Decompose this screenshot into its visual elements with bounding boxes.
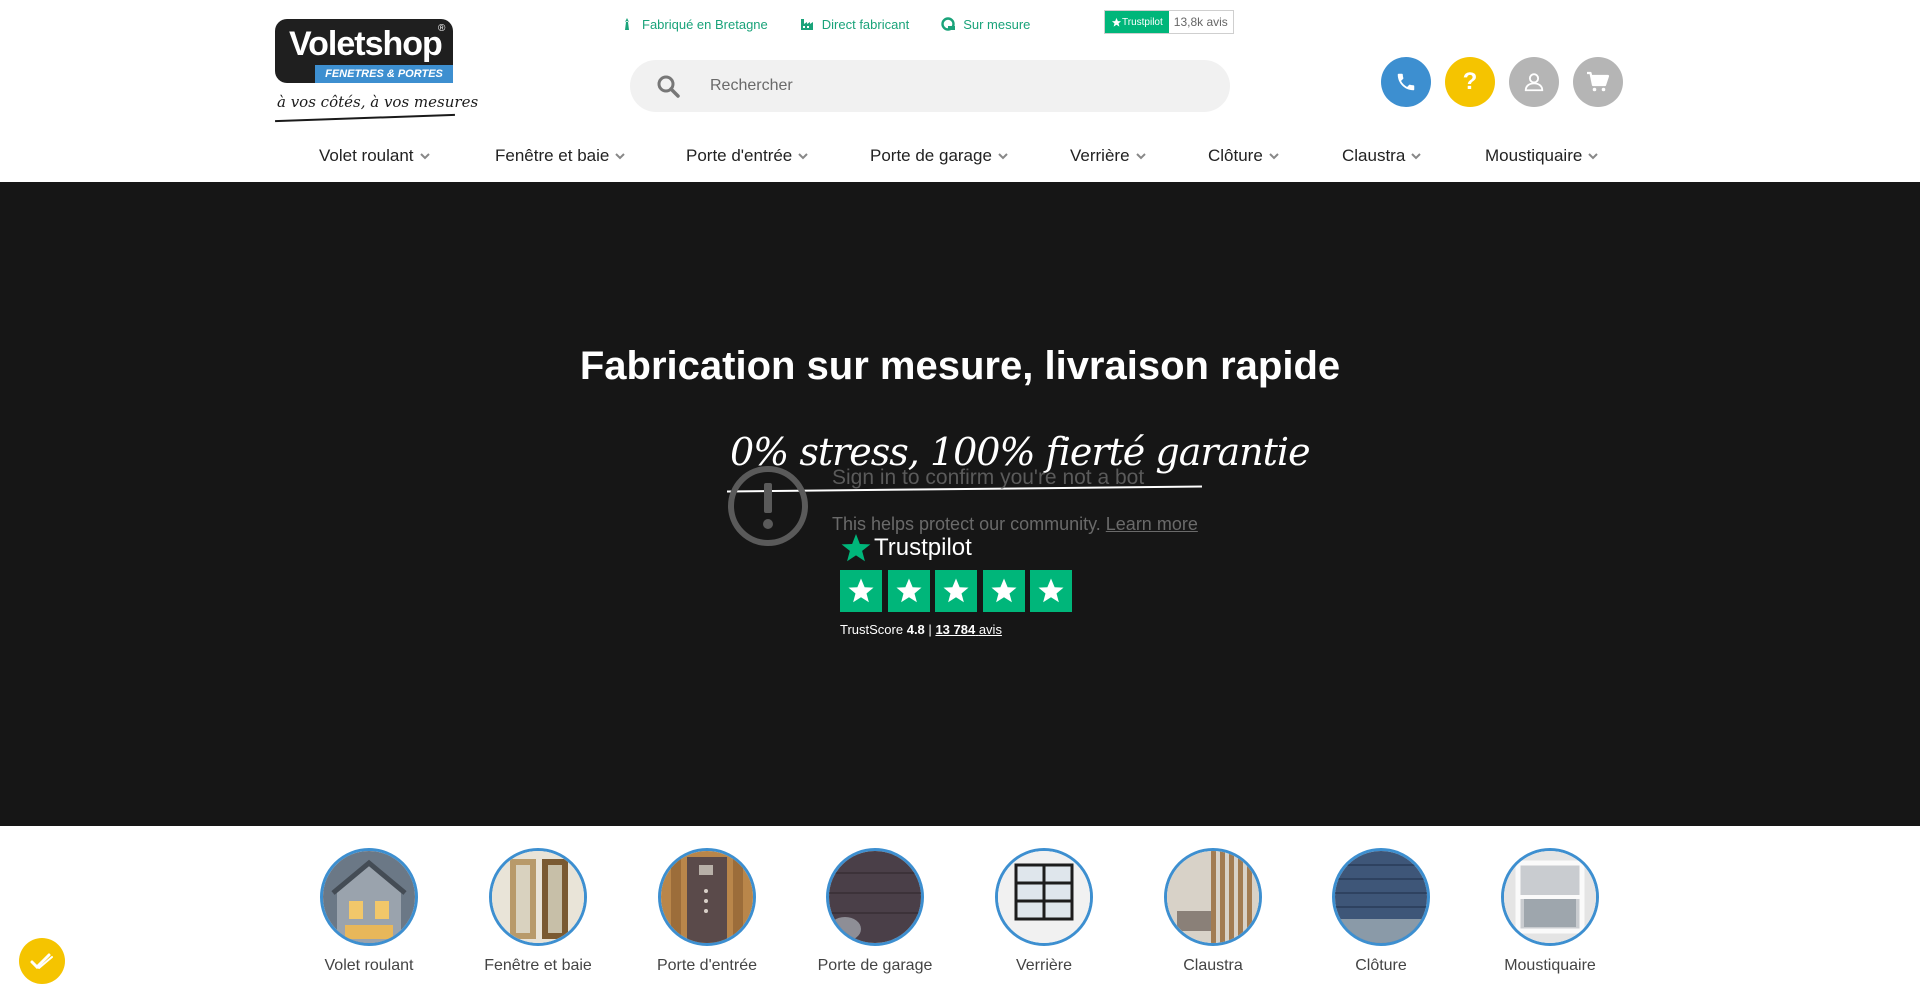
trustpilot-badge[interactable]: Trustpilot 13,8k avis xyxy=(1104,10,1234,34)
hero-title: Fabrication sur mesure, livraison rapide xyxy=(579,344,1341,388)
feature-direct-fabricant: Direct fabricant xyxy=(800,17,909,32)
learn-more-link[interactable]: Learn more xyxy=(1106,514,1198,534)
nav-item-porte-garage[interactable]: Porte de garage xyxy=(870,146,1008,166)
chevron-down-icon xyxy=(1269,153,1279,160)
logo-slogan: à vos côtés, à vos mesures xyxy=(277,93,479,111)
logo-tagline: FENETRES & PORTES xyxy=(315,65,453,83)
search-input[interactable] xyxy=(710,77,1190,95)
trustpilot-widget[interactable]: Trustpilot TrustScore 4.8 | 13 784 avis xyxy=(840,532,1080,652)
star-icon xyxy=(887,570,930,612)
category-label: Verrière xyxy=(1015,957,1073,974)
feature-sur-mesure: Sur mesure xyxy=(941,17,1030,32)
category-image[interactable] xyxy=(995,848,1093,946)
brand-logo[interactable]: Voletshop ® FENETRES & PORTES à vos côté… xyxy=(275,19,478,123)
trustscore: TrustScore 4.8 | 13 784 avis xyxy=(840,622,1002,637)
nav-item-claustra[interactable]: Claustra xyxy=(1342,146,1422,166)
star-icon xyxy=(840,570,882,612)
cart-button[interactable] xyxy=(1573,57,1623,107)
cookie-check-icon xyxy=(30,953,53,970)
category-porte-garage[interactable]: Porte de garage xyxy=(805,848,945,975)
search-bar[interactable] xyxy=(630,60,1230,112)
logo-registered-mark: ® xyxy=(438,23,446,34)
chevron-down-icon xyxy=(1588,153,1599,160)
category-label: Moustiquaire xyxy=(1504,957,1596,974)
category-image[interactable] xyxy=(1332,848,1430,946)
nav-item-moustiquaire[interactable]: Moustiquaire xyxy=(1485,146,1599,166)
nav-item-volet-roulant[interactable]: Volet roulant xyxy=(319,146,430,166)
category-volet-roulant[interactable]: Volet roulant xyxy=(299,848,439,975)
help-button[interactable]: ? xyxy=(1445,57,1495,107)
phone-icon xyxy=(1397,73,1415,91)
category-image[interactable] xyxy=(320,848,418,946)
hero-banner: Fabrication sur mesure, livraison rapide… xyxy=(0,182,1920,826)
category-label: Clôture xyxy=(1355,957,1407,974)
category-image[interactable] xyxy=(826,848,924,946)
category-strip: Volet roulant Fenêtre et baie Porte d'en… xyxy=(0,826,1920,993)
feature-bretagne: Fabriqué en Bretagne xyxy=(620,17,768,32)
trustpilot-badge-logo: Trustpilot xyxy=(1105,11,1169,33)
account-button[interactable] xyxy=(1509,57,1559,107)
captcha-title: Sign in to confirm you're not a bot xyxy=(832,466,1145,489)
alert-icon xyxy=(728,466,808,546)
star-icon xyxy=(935,570,977,612)
help-icon: ? xyxy=(1462,68,1478,95)
phone-button[interactable] xyxy=(1381,57,1431,107)
star-icon xyxy=(1030,570,1072,612)
feature-label: Sur mesure xyxy=(963,16,1031,32)
category-moustiquaire[interactable]: Moustiquaire xyxy=(1480,848,1620,975)
category-porte-entree[interactable]: Porte d'entrée xyxy=(637,848,777,975)
category-image[interactable] xyxy=(1164,848,1262,946)
star-icon xyxy=(1111,17,1122,27)
category-label: Porte d'entrée xyxy=(656,957,757,974)
chevron-down-icon xyxy=(1411,153,1422,160)
cart-icon xyxy=(1587,71,1610,92)
bretagne-icon xyxy=(625,18,629,30)
category-claustra[interactable]: Claustra xyxy=(1143,848,1283,975)
category-label: Porte de garage xyxy=(817,957,933,974)
nav-item-cloture[interactable]: Clôture xyxy=(1208,146,1279,166)
category-fenetre[interactable]: Fenêtre et baie xyxy=(468,848,608,975)
feature-label: Direct fabricant xyxy=(821,16,910,32)
chevron-down-icon xyxy=(615,153,626,160)
trustpilot-badge-count: 13,8k avis xyxy=(1173,15,1228,29)
category-label: Fenêtre et baie xyxy=(484,957,592,974)
category-verriere[interactable]: Verrière xyxy=(974,848,1114,975)
trustpilot-logo: Trustpilot xyxy=(840,532,972,564)
chevron-down-icon xyxy=(998,153,1008,160)
chevron-down-icon xyxy=(419,153,430,160)
category-image[interactable] xyxy=(1501,848,1599,946)
category-cloture[interactable]: Clôture xyxy=(1311,848,1451,975)
cookie-settings-button[interactable] xyxy=(19,938,65,984)
reviews-link[interactable]: 13 784 avis xyxy=(935,622,1002,637)
trustpilot-stars xyxy=(840,570,1078,612)
star-icon xyxy=(982,570,1025,612)
main-nav: Volet roulant Fenêtre et baie Porte d'en… xyxy=(0,140,1920,172)
nav-item-fenetre[interactable]: Fenêtre et baie xyxy=(495,146,626,166)
search-icon[interactable] xyxy=(656,74,680,98)
nav-item-porte-entree[interactable]: Porte d'entrée xyxy=(686,146,808,166)
trustpilot-star-icon xyxy=(841,534,871,562)
factory-icon xyxy=(800,19,813,30)
trustscore-value: 4.8 xyxy=(906,622,925,637)
nav-item-verriere[interactable]: Verrière xyxy=(1070,146,1146,166)
category-label: Claustra xyxy=(1183,957,1243,974)
category-image[interactable] xyxy=(658,848,756,946)
logo-name: Voletshop xyxy=(289,25,443,63)
measure-icon xyxy=(941,17,956,31)
site-header: Voletshop ® FENETRES & PORTES à vos côté… xyxy=(0,0,1920,182)
feature-label: Fabriqué en Bretagne xyxy=(642,16,768,32)
category-label: Volet roulant xyxy=(324,957,414,974)
chevron-down-icon xyxy=(1135,153,1146,160)
chevron-down-icon xyxy=(798,153,808,160)
user-icon xyxy=(1524,73,1544,92)
feature-list: Fabriqué en Bretagne Direct fabricant Su… xyxy=(620,14,1062,34)
logo-underline xyxy=(275,113,455,123)
category-image[interactable] xyxy=(489,848,587,946)
